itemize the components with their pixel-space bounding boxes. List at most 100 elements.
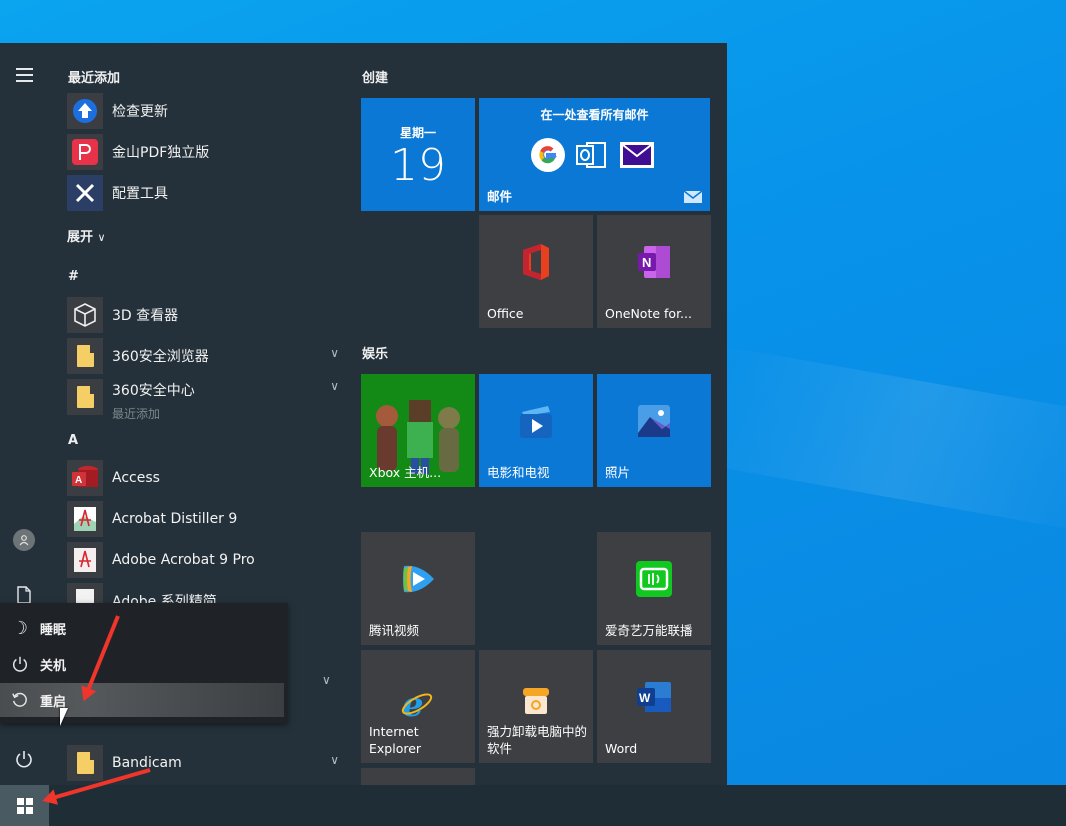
iqiyi-cast-icon (636, 561, 672, 598)
power-menu: ☽ 睡眠 关机 重启 (0, 603, 288, 723)
app-item-adobe-series[interactable]: Adobe 系列精简 (67, 583, 337, 603)
tile-group-title[interactable]: 创建 (362, 67, 388, 86)
app-item-config-tool[interactable]: 配置工具 (67, 175, 337, 211)
outlook-icon (576, 142, 606, 168)
tencent-video-icon (403, 566, 434, 593)
expand-menu-button[interactable] (0, 55, 48, 95)
tile-partial[interactable] (361, 768, 475, 785)
chevron-down-icon[interactable]: ∨ (330, 753, 339, 767)
tile-tencent-video[interactable]: 腾讯视频 (361, 532, 475, 645)
app-item-360-security[interactable]: 360安全中心 最近添加 ∨ (67, 379, 339, 421)
uninstaller-icon (523, 688, 549, 714)
recently-added-tag: 最近添加 (112, 407, 161, 421)
tiles-area: 创建 星期一 19 在一处查看所有邮件 邮件 Office N OneNote … (360, 43, 720, 785)
tile-calendar[interactable]: 星期一 19 (361, 98, 475, 211)
power-button[interactable] (0, 739, 48, 779)
expand-recent-button[interactable]: 展开 ∨ (67, 226, 106, 245)
tile-xbox[interactable]: Xbox 主机... (361, 374, 475, 487)
tile-label: 腾讯视频 (369, 623, 420, 638)
google-icon (531, 138, 565, 172)
yahoo-mail-icon (620, 142, 654, 168)
section-header-hash[interactable]: # (68, 269, 79, 284)
tile-label: 强力卸载电脑中的软件 (487, 724, 588, 756)
tile-label: Word (605, 741, 638, 756)
power-item-label: 关机 (40, 658, 67, 674)
calendar-day: 星期一 (399, 126, 436, 140)
tile-office[interactable]: Office (479, 215, 593, 328)
restart-icon (0, 691, 40, 709)
tile-internet-explorer[interactable]: e Internet Explorer (361, 650, 475, 763)
word-icon: W (637, 682, 671, 713)
tile-group-title[interactable]: 娱乐 (362, 343, 388, 362)
app-label: Adobe 系列精简 (112, 594, 217, 603)
onenote-icon: N (638, 246, 670, 279)
folder-icon (76, 752, 94, 774)
ie-icon: e (401, 686, 433, 722)
folder-icon (76, 345, 94, 367)
update-arrow-icon (67, 93, 103, 129)
power-menu-sleep[interactable]: ☽ 睡眠 (0, 610, 288, 646)
app-item-check-update[interactable]: 检查更新 (67, 93, 337, 129)
user-avatar-icon (13, 529, 35, 551)
tile-uninstaller[interactable]: 强力卸载电脑中的软件 (479, 650, 593, 763)
app-label: 360安全浏览器 (112, 349, 209, 365)
tile-label: Xbox 主机... (369, 465, 442, 480)
power-icon (16, 751, 32, 768)
tile-label: 爱奇艺万能联播 (605, 623, 693, 638)
app-label: 配置工具 (112, 186, 168, 202)
kingsoft-pdf-icon (67, 134, 103, 170)
power-menu-restart[interactable]: 重启 (0, 683, 284, 717)
chevron-down-icon[interactable]: ∨ (330, 379, 339, 393)
windows-logo-icon (16, 797, 33, 814)
recently-added-header: 最近添加 (68, 71, 121, 86)
section-header-a[interactable]: A (68, 433, 78, 448)
tile-label: 邮件 (487, 189, 513, 204)
file-icon (67, 583, 103, 603)
app-item-kingsoft-pdf[interactable]: 金山PDF独立版 (67, 134, 337, 170)
hamburger-icon (15, 68, 33, 82)
office-icon (523, 244, 549, 281)
start-menu: 最近添加 检查更新 金山PDF独立版 配置工具 展开 ∨ # 3D 查看器 36… (0, 43, 727, 785)
tile-onenote[interactable]: N OneNote for... (597, 215, 711, 328)
app-label: 检查更新 (112, 104, 168, 120)
movies-tv-icon (520, 406, 552, 439)
acrobat-distiller-icon (67, 501, 103, 537)
mail-heading: 在一处查看所有邮件 (540, 108, 649, 122)
tile-movies-tv[interactable]: 电影和电视 (479, 374, 593, 487)
app-item-access[interactable]: A Access (67, 460, 337, 496)
tile-word[interactable]: W Word (597, 650, 711, 763)
3d-cube-icon (67, 297, 103, 333)
tile-photos[interactable]: 照片 (597, 374, 711, 487)
tile-label: 电影和电视 (487, 465, 550, 480)
app-item-3d-viewer[interactable]: 3D 查看器 (67, 297, 337, 333)
app-item-adobe-acrobat[interactable]: Adobe Acrobat 9 Pro (67, 542, 337, 578)
tile-label: OneNote for... (605, 306, 692, 321)
tile-label: 照片 (605, 465, 631, 480)
expand-label: 展开 (67, 230, 94, 245)
app-label: Adobe Acrobat 9 Pro (112, 552, 255, 568)
folder-icon (76, 386, 94, 408)
wallpaper-light-ray (692, 344, 1066, 536)
app-item-bandicam[interactable]: Bandicam ∨ (67, 745, 339, 781)
start-button[interactable] (0, 785, 49, 826)
access-icon: A (67, 460, 103, 496)
chevron-down-icon[interactable]: ∨ (330, 346, 339, 360)
app-label: 360安全中心 (112, 383, 195, 399)
adobe-acrobat-icon (67, 542, 103, 578)
app-label: 金山PDF独立版 (112, 145, 210, 161)
calendar-date: 19 (390, 140, 446, 191)
tools-icon (67, 175, 103, 211)
mail-envelope-icon (684, 191, 702, 203)
power-menu-shutdown[interactable]: 关机 (0, 646, 288, 682)
power-item-label: 睡眠 (40, 622, 67, 638)
app-item-acrobat-distiller[interactable]: Acrobat Distiller 9 (67, 501, 337, 537)
taskbar (0, 785, 1066, 826)
app-item-360-browser[interactable]: 360安全浏览器 ∨ (67, 338, 339, 374)
tile-iqiyi-cast[interactable]: 爱奇艺万能联播 (597, 532, 711, 645)
document-icon (17, 586, 31, 604)
tile-mail[interactable]: 在一处查看所有邮件 邮件 (479, 98, 710, 211)
chevron-down-icon[interactable]: ∨ (322, 673, 331, 687)
app-label: Acrobat Distiller 9 (112, 511, 238, 527)
shutdown-icon (0, 655, 40, 673)
user-account-button[interactable] (0, 520, 48, 560)
